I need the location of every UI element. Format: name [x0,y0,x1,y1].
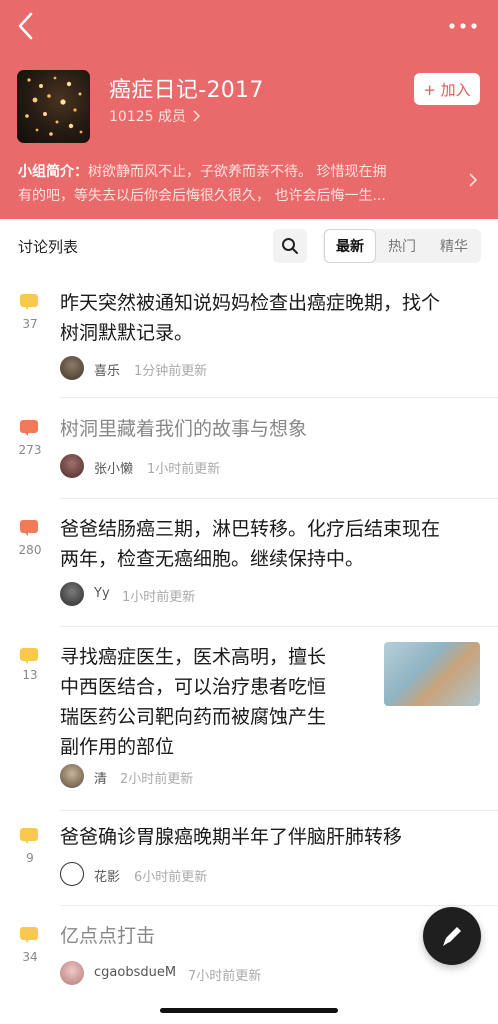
post-title: 寻找癌症医生，医术高明，擅长 中西医结合，可以治疗患者吃恒 瑞医药公司靶向药而被… [60,646,327,758]
divider [60,626,498,627]
avatar[interactable] [60,454,84,478]
reply-count: 13 [22,668,38,682]
update-time: 1分钟前更新 [134,364,208,379]
update-time: 6小时前更新 [134,870,208,885]
home-indicator [160,1008,338,1013]
post-title: 树洞里藏着我们的故事与想象 [60,418,308,440]
tab-hot[interactable]: 热门 [376,229,428,263]
avatar[interactable] [60,764,84,788]
update-time: 2小时前更新 [120,772,194,787]
reply-count: 273 [18,443,42,457]
join-button[interactable]: + 加入 [414,73,480,105]
member-count: 10125 成员 [109,109,186,125]
list-item[interactable]: 273 树洞里藏着我们的故事与想象 张小懒 1小时前更新 [0,414,498,499]
avatar[interactable] [60,582,84,606]
discussion-list-title: 讨论列表 [18,238,79,256]
list-item[interactable]: 280 爸爸结肠癌三期，淋巴转移。化疗后结束现在 两年，检查无癌细胞。继续保持中… [0,514,498,632]
post-title: 亿点点打击 [60,925,156,947]
update-time: 1小时前更新 [122,590,196,605]
list-item[interactable]: 13 寻找癌症医生，医术高明，擅长 中西医结合，可以治疗患者吃恒 瑞医药公司靶向… [0,642,498,812]
divider [60,810,498,811]
post-title: 昨天突然被通知说妈妈检查出癌症晚期，找个 树洞默默记录。 [60,292,441,344]
more-button[interactable] [446,16,480,36]
intro-expand-chevron-icon[interactable] [468,172,478,188]
divider [60,397,498,398]
author-name[interactable]: 张小懒 [94,458,133,477]
author-name[interactable]: Yy [94,586,110,601]
search-icon [282,238,298,254]
back-button[interactable] [12,8,42,44]
comment-bubble-icon [20,828,38,844]
chevron-right-icon [193,110,200,122]
author-name[interactable]: 清 [94,768,107,787]
more-horizontal-icon [449,23,477,29]
group-cover-image [17,70,90,143]
comment-bubble-icon [20,648,38,664]
list-item[interactable]: 9 爸爸确诊胃腺癌晚期半年了伴脑肝肺转移 花影 6小时前更新 [0,822,498,906]
author-name[interactable]: 花影 [94,866,120,885]
intro-text-line1: 树欲静而风不止，子欲养而亲不待。 珍惜现在拥 [88,164,387,180]
compose-button[interactable] [423,907,481,965]
comment-bubble-icon [20,520,38,536]
divider [60,498,498,499]
tab-featured[interactable]: 精华 [428,229,480,263]
avatar[interactable] [60,862,84,886]
reply-count: 34 [22,950,38,964]
reply-count: 280 [18,543,42,557]
avatar[interactable] [60,961,84,985]
post-title: 爸爸确诊胃腺癌晚期半年了伴脑肝肺转移 [60,826,403,848]
group-intro[interactable]: 小组简介：树欲静而风不止，子欲养而亲不待。 珍惜现在拥 有的吧，等失去以后你会后… [18,160,458,208]
comment-bubble-icon [20,927,38,943]
intro-label: 小组简介： [18,164,88,180]
comment-bubble-icon [20,420,38,436]
group-name: 癌症日记-2017 [109,78,264,103]
pencil-icon [443,927,461,946]
search-button[interactable] [273,229,307,263]
intro-text-line2: 有的吧，等失去以后你会后悔很久很久， 也许会后悔一生... [18,188,386,204]
group-header: 癌症日记-2017 10125 成员 + 加入 小组简介：树欲静而风不止，子欲养… [0,0,498,219]
divider [60,905,498,906]
member-count-link[interactable]: 10125 成员 [109,106,200,126]
chevron-left-icon [18,12,33,40]
author-name[interactable]: cgaobsdueM [94,965,176,980]
post-thumbnail[interactable] [384,642,480,706]
author-name[interactable]: 喜乐 [94,360,120,379]
update-time: 7小时前更新 [188,969,262,984]
reply-count: 9 [26,851,34,865]
update-time: 1小时前更新 [147,462,221,477]
comment-bubble-icon [20,294,38,310]
reply-count: 37 [22,317,38,331]
avatar[interactable] [60,356,84,380]
post-title: 爸爸结肠癌三期，淋巴转移。化疗后结束现在 两年，检查无癌细胞。继续保持中。 [60,518,441,570]
list-item[interactable]: 37 昨天突然被通知说妈妈检查出癌症晚期，找个 树洞默默记录。 喜乐 1分钟前更… [0,288,498,398]
sort-tabs: 最新 热门 精华 [323,229,481,263]
tab-latest[interactable]: 最新 [324,229,376,263]
